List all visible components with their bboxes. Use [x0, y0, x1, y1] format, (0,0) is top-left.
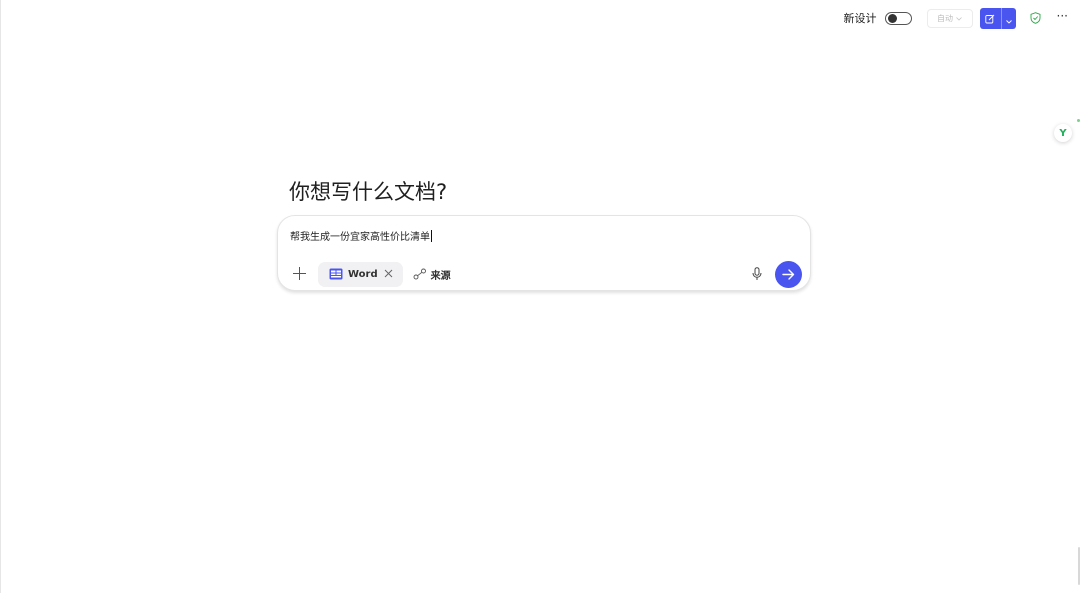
close-icon[interactable] [384, 269, 393, 279]
edit-icon [985, 9, 995, 28]
source-button[interactable]: 来源 [413, 267, 451, 282]
edit-button[interactable] [979, 7, 1001, 29]
source-label: 来源 [430, 270, 451, 282]
page-title: 你想写什么文档? [289, 180, 448, 204]
app-window: 新设计 自动 ··· Y 你想写什么文档? 帮我生成一份宜家高性价比清单 Wor… [0, 0, 1080, 593]
shield-check-icon[interactable] [1029, 11, 1043, 25]
top-toolbar: 新设计 自动 ··· [844, 7, 1068, 29]
word-icon [329, 268, 343, 280]
text-caret [431, 229, 432, 242]
send-button[interactable] [775, 260, 802, 288]
prompt-input[interactable]: 帮我生成一份宜家高性价比清单 [290, 228, 432, 243]
edit-options-button[interactable] [1000, 7, 1016, 29]
microphone-icon[interactable] [750, 266, 764, 282]
doc-type-label: Word [348, 268, 378, 280]
new-design-toggle[interactable] [884, 11, 912, 25]
prompt-input-text: 帮我生成一份宜家高性价比清单 [290, 232, 430, 243]
toggle-knob [887, 14, 897, 23]
plus-icon[interactable] [292, 266, 308, 282]
edit-button-group [979, 7, 1016, 29]
auto-mode-label: 自动 [937, 13, 954, 23]
assistant-badge-icon[interactable]: Y [1054, 124, 1072, 142]
composer-actions: Word 来源 [290, 260, 802, 288]
arrow-right-icon [782, 265, 795, 284]
new-design-label: 新设计 [843, 12, 877, 25]
prompt-composer: 帮我生成一份宜家高性价比清单 Word 来源 [277, 215, 811, 291]
chevron-down-icon [956, 14, 962, 23]
more-icon[interactable]: ··· [1057, 10, 1068, 25]
doc-type-chip[interactable]: Word [318, 261, 403, 287]
link-icon [413, 268, 427, 280]
chevron-down-icon [1005, 9, 1012, 28]
auto-mode-select[interactable]: 自动 [926, 8, 973, 28]
